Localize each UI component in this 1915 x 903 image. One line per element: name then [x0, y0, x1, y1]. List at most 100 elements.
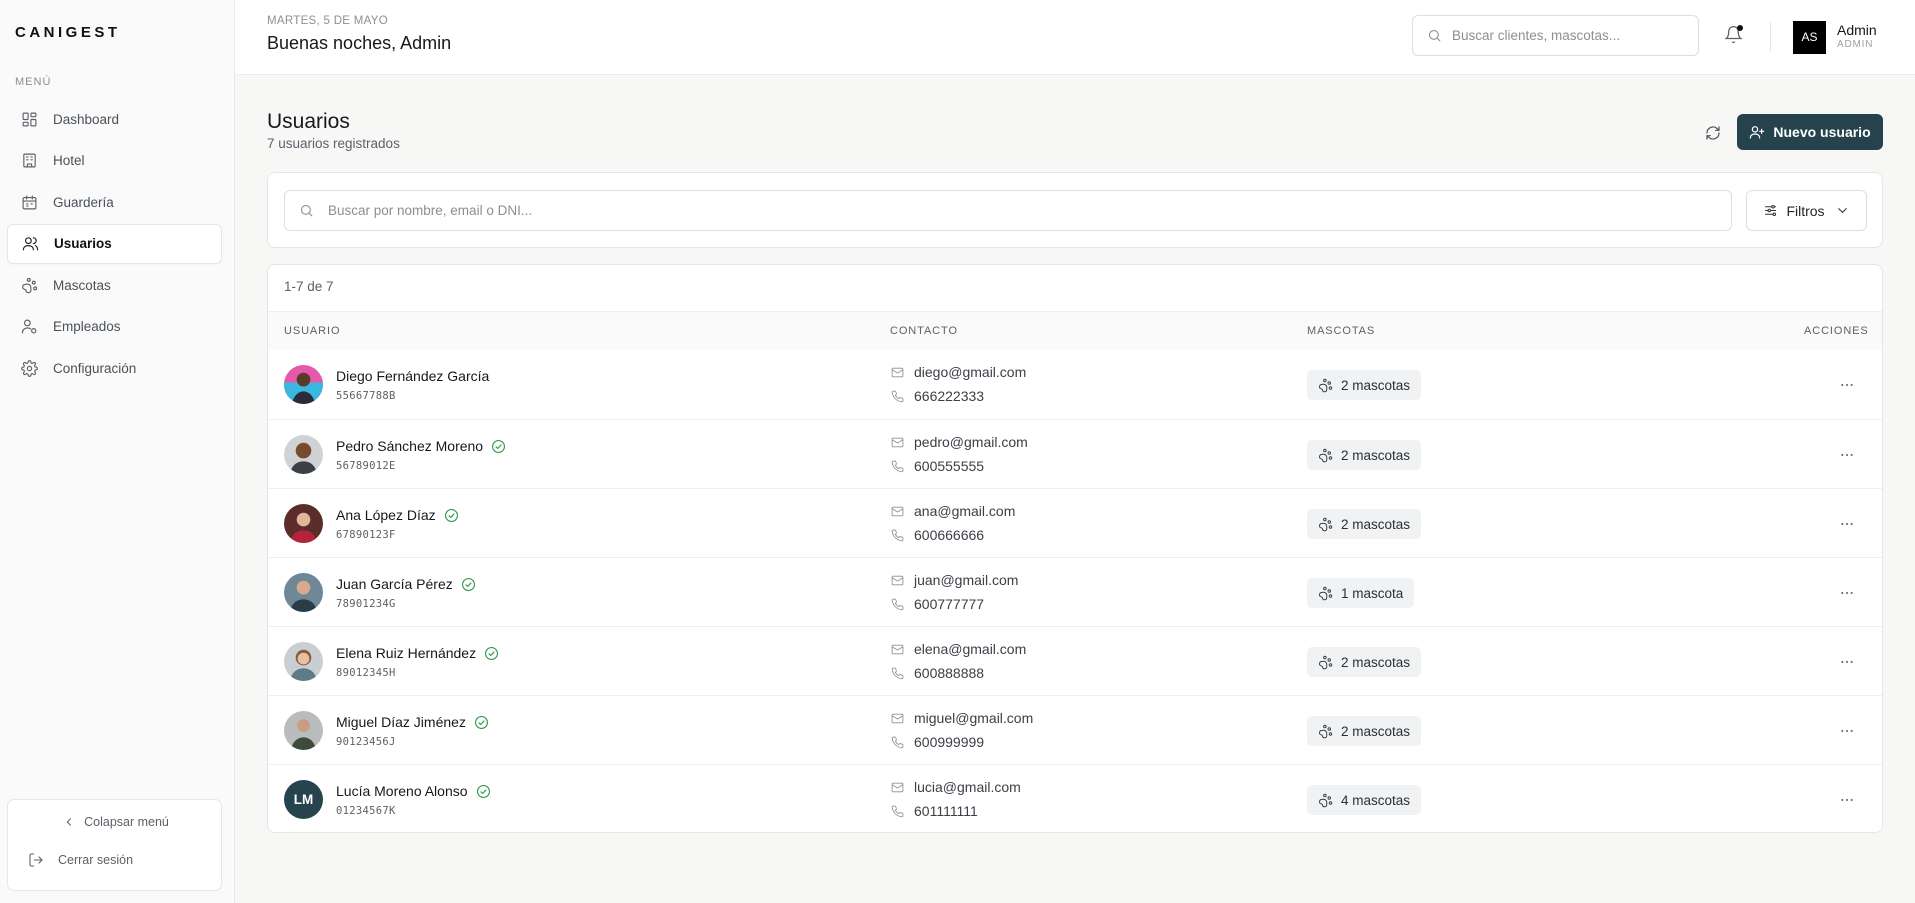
phone-icon — [891, 667, 904, 679]
header-divider — [1770, 22, 1771, 52]
sidebar-item-label: Dashboard — [53, 111, 120, 127]
table-row[interactable]: Pedro Sánchez Moreno 56789012E pedro@gma… — [268, 419, 1882, 488]
pets-badge[interactable]: 2 mascotas — [1307, 440, 1422, 470]
user-search-input[interactable] — [328, 203, 1708, 218]
new-user-label: Nuevo usuario — [1773, 124, 1871, 140]
collapse-menu-label: Colapsar menú — [84, 815, 169, 829]
more-horizontal-icon — [1841, 453, 1853, 457]
phone-text: 601111111 — [914, 803, 978, 819]
employee-icon — [20, 318, 38, 336]
row-actions-button[interactable] — [1836, 720, 1858, 742]
table-row[interactable]: Juan García Pérez 78901234G juan@gmail.c… — [268, 557, 1882, 626]
global-search — [1412, 15, 1699, 56]
row-actions-button[interactable] — [1836, 651, 1858, 673]
user-menu[interactable]: AS Admin ADMIN — [1793, 19, 1877, 55]
dashboard-icon — [20, 110, 38, 128]
logout-label: Cerrar sesión — [58, 853, 134, 867]
pets-badge[interactable]: 2 mascotas — [1307, 509, 1422, 539]
pets-count: 4 mascotas — [1341, 792, 1411, 808]
mail-icon — [891, 713, 904, 723]
sidebar-item-label: Configuración — [53, 360, 137, 376]
pagination-range: 1-7 de 7 — [284, 279, 334, 294]
sidebar-item-dashboard[interactable]: Dashboard — [7, 99, 222, 139]
table-row[interactable]: Diego Fernández García 55667788B diego@g… — [268, 350, 1882, 419]
verified-icon — [484, 646, 499, 661]
more-horizontal-icon — [1841, 591, 1853, 595]
phone-icon — [891, 598, 904, 610]
email-text: diego@gmail.com — [914, 364, 1027, 380]
search-icon — [1428, 29, 1441, 42]
paw-icon — [1319, 724, 1333, 738]
pets-badge[interactable]: 2 mascotas — [1307, 370, 1422, 400]
user-dni: 67890123F — [336, 529, 396, 541]
email-text: elena@gmail.com — [914, 641, 1027, 657]
paw-icon — [20, 276, 38, 294]
new-user-button[interactable]: Nuevo usuario — [1737, 114, 1883, 150]
mail-icon — [891, 644, 904, 654]
sidebar-item-label: Hotel — [53, 153, 85, 168]
pets-count: 2 mascotas — [1341, 516, 1411, 532]
refresh-icon — [1706, 126, 1720, 140]
user-name: Diego Fernández García — [336, 368, 490, 384]
pets-count: 2 mascotas — [1341, 447, 1411, 463]
column-header-user: USUARIO — [284, 325, 341, 337]
mail-icon — [891, 575, 904, 585]
sidebar-item-guarderia[interactable]: Guardería — [7, 182, 222, 222]
table-row[interactable]: Miguel Díaz Jiménez 90123456J miguel@gma… — [268, 695, 1882, 764]
more-horizontal-icon — [1841, 729, 1853, 733]
refresh-button[interactable] — [1700, 120, 1726, 146]
filter-card: Filtros — [267, 172, 1883, 248]
sidebar: CANIGEST MENÚ Dashboard Hotel Guardería … — [0, 0, 235, 903]
verified-icon — [491, 439, 506, 454]
menu-section-label: MENÚ — [15, 76, 52, 88]
user-role: ADMIN — [1837, 39, 1874, 50]
collapse-menu-button[interactable]: Colapsar menú — [8, 812, 223, 832]
user-dni: 56789012E — [336, 460, 396, 472]
sidebar-item-configuracion[interactable]: Configuración — [7, 348, 222, 388]
calendar-icon — [20, 193, 38, 211]
users-icon — [21, 235, 39, 253]
table-body: Diego Fernández García 55667788B diego@g… — [268, 350, 1882, 832]
pets-badge[interactable]: 2 mascotas — [1307, 647, 1422, 677]
phone-text: 600666666 — [914, 527, 985, 543]
avatar — [284, 504, 323, 543]
contact-phone: 666222333 — [891, 388, 984, 404]
sidebar-item-hotel[interactable]: Hotel — [7, 141, 222, 181]
building-icon — [20, 152, 38, 170]
phone-text: 666222333 — [914, 388, 985, 404]
pets-badge[interactable]: 2 mascotas — [1307, 716, 1422, 746]
sidebar-item-mascotas[interactable]: Mascotas — [7, 265, 222, 305]
pets-badge[interactable]: 1 mascota — [1307, 578, 1415, 608]
row-actions-button[interactable] — [1836, 789, 1858, 811]
chevron-left-icon — [66, 818, 72, 826]
notifications-button[interactable] — [1724, 25, 1746, 47]
logout-button[interactable]: Cerrar sesión — [28, 850, 133, 870]
row-actions-button[interactable] — [1836, 444, 1858, 466]
user-search — [284, 190, 1732, 231]
user-plus-icon — [1750, 126, 1765, 139]
sidebar-item-empleados[interactable]: Empleados — [7, 307, 222, 347]
table-row[interactable]: Elena Ruiz Hernández 89012345H elena@gma… — [268, 626, 1882, 695]
pets-count: 2 mascotas — [1341, 654, 1411, 670]
verified-icon — [461, 577, 476, 592]
pets-badge[interactable]: 4 mascotas — [1307, 785, 1422, 815]
table-row[interactable]: Ana López Díaz 67890123F ana@gmail.com 6… — [268, 488, 1882, 557]
contact-email: elena@gmail.com — [891, 641, 1026, 657]
avatar — [284, 365, 323, 404]
sidebar-item-label: Guardería — [53, 194, 114, 210]
avatar — [284, 711, 323, 750]
row-actions-button[interactable] — [1836, 582, 1858, 604]
global-search-input[interactable] — [1452, 28, 1692, 43]
more-horizontal-icon — [1841, 522, 1853, 526]
row-actions-button[interactable] — [1836, 513, 1858, 535]
row-actions-button[interactable] — [1836, 374, 1858, 396]
more-horizontal-icon — [1841, 660, 1853, 664]
sidebar-footer: Colapsar menú Cerrar sesión — [7, 799, 222, 891]
filters-button[interactable]: Filtros — [1746, 190, 1867, 231]
verified-icon — [474, 715, 489, 730]
sidebar-item-usuarios[interactable]: Usuarios — [7, 223, 222, 264]
table-row[interactable]: LM Lucía Moreno Alonso 01234567K lucia@g… — [268, 764, 1882, 832]
pets-count: 1 mascota — [1341, 585, 1404, 601]
user-dni: 01234567K — [336, 805, 396, 817]
paw-icon — [1319, 378, 1333, 392]
